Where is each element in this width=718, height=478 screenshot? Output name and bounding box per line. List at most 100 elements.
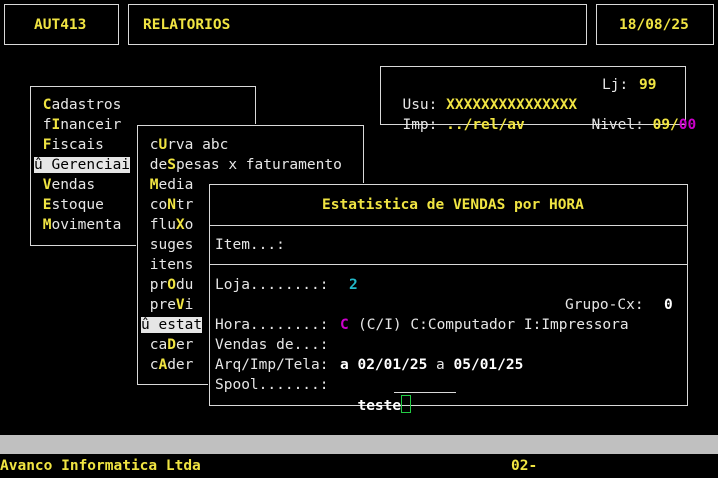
main-menu-item-text — [34, 217, 43, 233]
main-menu-item[interactable]: û Gerenciai — [34, 155, 131, 175]
sub-menu-item-text: ca — [141, 337, 168, 353]
main-menu-item-text: f — [34, 117, 52, 133]
dialog-title: Estatistica de VENDAS por HORA — [322, 197, 584, 213]
sub-menu-item-hotkey: O — [167, 277, 176, 293]
sub-menu-item-text: pre — [141, 297, 176, 313]
main-menu-item[interactable]: Vendas — [34, 175, 95, 195]
sub-menu-item-hotkey: D — [167, 337, 176, 353]
main-menu-item-text — [34, 197, 43, 213]
main-menu-item-text — [34, 177, 43, 193]
sub-menu-item-text: pr — [141, 277, 168, 293]
sub-menu-item-hotkey: S — [167, 157, 176, 173]
spool-field[interactable]: teste — [340, 375, 412, 416]
header-date: 18/08/25 — [619, 17, 689, 33]
status-page: 02- — [511, 458, 538, 474]
sub-menu-item-hotkey: U — [158, 137, 168, 153]
spool-value: teste — [357, 398, 402, 414]
hora-label: Hora........: — [215, 317, 329, 333]
sub-menu-item[interactable]: deSpesas x faturamento — [141, 155, 342, 175]
sub-menu-item-hotkey: A — [158, 357, 168, 373]
vendas-from-field[interactable]: 02/01/25 — [357, 357, 427, 373]
hora-hint: (C/I) C:Computador I:Impressora — [358, 317, 629, 333]
vendas-to-field[interactable]: 05/01/25 — [454, 357, 524, 373]
sub-menu-item[interactable]: cUrva abc — [141, 135, 229, 155]
program-code: AUT413 — [34, 17, 87, 33]
arq-label: Arq/Imp/Tela: — [215, 357, 329, 373]
sub-menu-item-text: tr — [175, 197, 194, 213]
imp-value: ../rel/av — [446, 117, 525, 133]
main-menu-item-text: ovimenta — [51, 217, 122, 233]
sub-menu-item[interactable]: prOdu — [141, 275, 194, 295]
main-menu-item-text: û — [34, 157, 52, 173]
main-menu-item[interactable]: Fiscais — [34, 135, 104, 155]
sub-menu-item-hotkey: X — [175, 217, 185, 233]
main-menu-item[interactable]: fInanceir — [34, 115, 122, 135]
sub-menu-item-text: o — [184, 217, 194, 233]
loja-field[interactable]: 2 — [349, 275, 358, 295]
sub-menu-item-text: c — [141, 137, 159, 153]
main-menu-item-text — [34, 97, 43, 113]
sub-menu-item[interactable]: Media — [141, 175, 194, 195]
sub-menu-item-text: edia — [158, 177, 194, 193]
vendas-label: Vendas de...: — [215, 337, 329, 353]
main-menu-item-text: nanceir — [60, 117, 122, 133]
sub-menu-item[interactable]: coNtr — [141, 195, 194, 215]
sub-menu-item-text — [141, 177, 150, 193]
sub-menu-item[interactable]: itens — [141, 255, 194, 275]
sub-menu-item-text: rva abc — [167, 137, 229, 153]
page-title: RELATORIOS — [143, 17, 231, 33]
sub-menu-item-text: du — [175, 277, 194, 293]
imp-label: Imp: — [402, 117, 438, 133]
sub-menu-item-hotkey: N — [167, 197, 176, 213]
arq-field[interactable]: a — [340, 355, 349, 375]
sub-menu-item-text: der — [167, 357, 194, 373]
sub-menu-item-text: itens — [141, 257, 194, 273]
hora-field[interactable]: C — [340, 315, 349, 335]
sub-menu-item-text: suges — [141, 237, 194, 253]
sub-menu-item-text: er — [175, 337, 194, 353]
lj-value: 99 — [639, 77, 657, 93]
spool-underline — [394, 392, 456, 393]
item-label: Item...: — [215, 237, 285, 253]
grupo-cx-label: Grupo-Cx: — [565, 297, 644, 313]
sub-menu-item-text: pesas x faturamento — [175, 157, 342, 173]
main-menu-item-hotkey: G — [51, 157, 61, 173]
sub-menu-item[interactable]: preVi — [141, 295, 194, 315]
main-menu-item-text: iscais — [51, 137, 104, 153]
lj-label: Lj: — [602, 77, 629, 93]
main-menu-item-text: erenciai — [60, 157, 131, 173]
status-bar-strip — [0, 435, 718, 454]
sub-menu-item-text: i — [184, 297, 194, 313]
sub-menu-item[interactable]: fluXo — [141, 215, 194, 235]
loja-label: Loja........: — [215, 277, 329, 293]
grupo-cx-field[interactable]: 0 — [664, 295, 673, 315]
sub-menu-item-text: û estat — [141, 317, 203, 333]
main-menu-item[interactable]: Movimenta — [34, 215, 122, 235]
main-menu-item-text: stoque — [51, 197, 104, 213]
main-menu-item-text — [34, 137, 43, 153]
main-menu-item[interactable]: Estoque — [34, 195, 104, 215]
sub-menu-item[interactable]: caDer — [141, 335, 194, 355]
nivel-value-suffix: 00 — [678, 117, 697, 133]
imp-row: Imp: ../rel/av — [385, 95, 525, 135]
main-menu-item-text: adastros — [51, 97, 122, 113]
text-cursor — [401, 395, 412, 413]
sub-menu-item[interactable]: û estat — [141, 315, 203, 335]
sub-menu-item-text: co — [141, 197, 168, 213]
sub-menu-item-hotkey: V — [175, 297, 185, 313]
dialog-divider-1 — [209, 225, 688, 226]
main-menu-item-hotkey: I — [51, 117, 61, 133]
nivel-label: Nivel: — [591, 117, 644, 133]
vendas-sep: a — [436, 357, 445, 373]
nivel-row: Nivel: 09/00 — [574, 95, 696, 135]
sub-menu-item-text: flu — [141, 217, 176, 233]
nivel-value: 09/ — [652, 117, 679, 133]
sub-menu-item[interactable]: suges — [141, 235, 194, 255]
main-menu-item-text: endas — [51, 177, 96, 193]
sub-menu-item[interactable]: cAder — [141, 355, 194, 375]
sub-menu-item-text: c — [141, 357, 159, 373]
sub-menu-item-text: de — [141, 157, 168, 173]
status-company: Avanco Informatica Ltda — [0, 458, 201, 474]
vendas-range: 02/01/25 a 05/01/25 — [340, 335, 523, 375]
main-menu-item[interactable]: Cadastros — [34, 95, 122, 115]
